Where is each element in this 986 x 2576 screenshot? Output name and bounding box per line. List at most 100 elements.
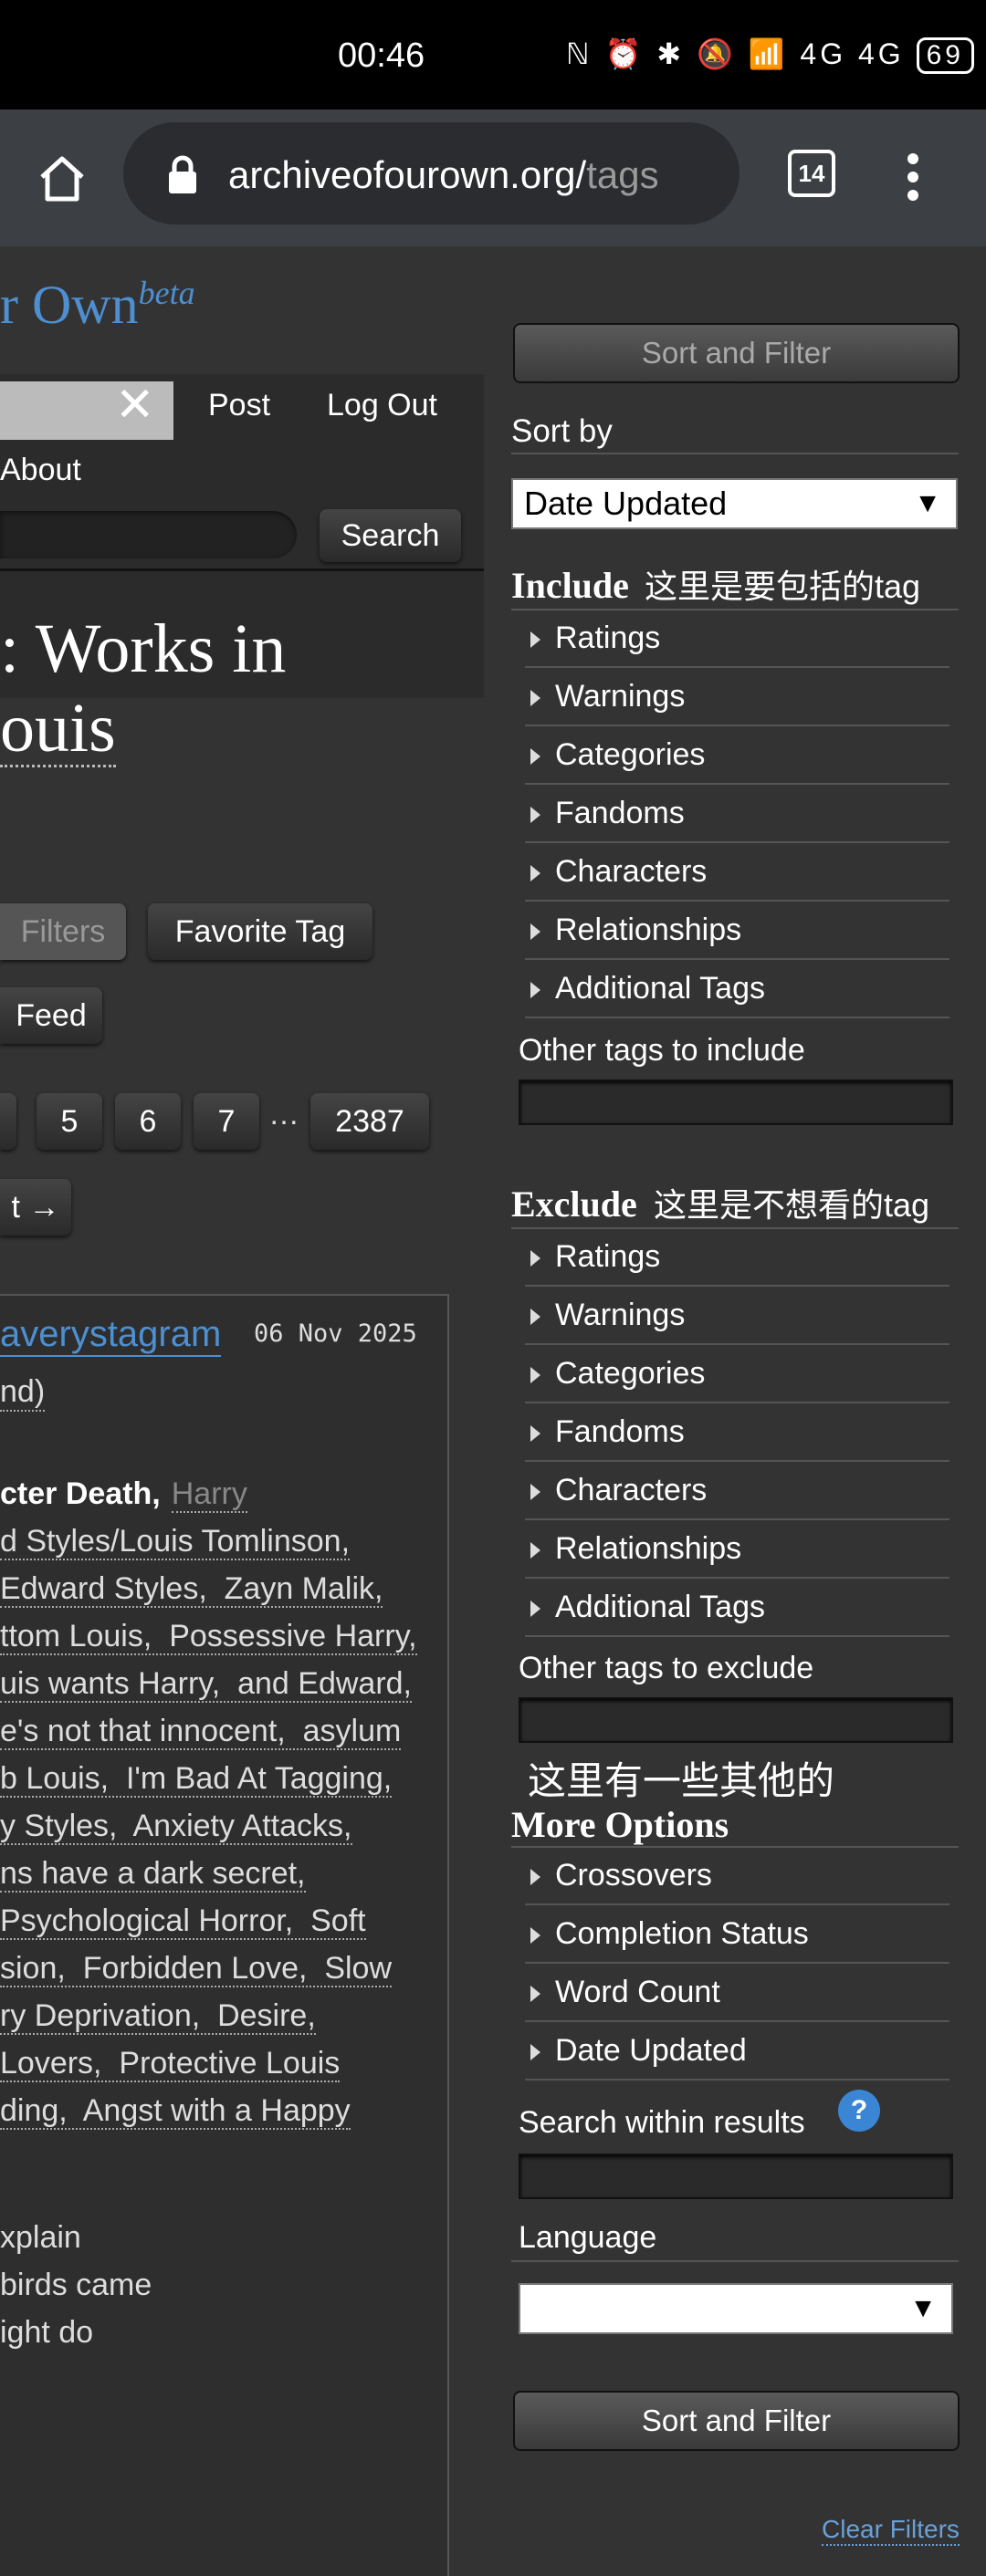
other-include-input[interactable] bbox=[519, 1079, 953, 1125]
tag-text[interactable]: Psychological Horror, Soft bbox=[0, 1903, 366, 1940]
rss-feed-button[interactable]: Feed bbox=[0, 987, 102, 1044]
expand-triangle-icon bbox=[530, 807, 540, 824]
close-icon[interactable]: ✕ bbox=[115, 378, 155, 433]
tag-text[interactable]: d Styles/Louis Tomlinson, bbox=[0, 1524, 351, 1560]
include-filter-ratings[interactable]: Ratings bbox=[525, 610, 949, 668]
clear-filters-link[interactable]: Clear Filters bbox=[822, 2515, 960, 2546]
url-main: archiveofourown.org/ bbox=[228, 153, 587, 196]
work-fandom[interactable]: nd) bbox=[0, 1374, 46, 1412]
work-tag-line[interactable]: Lovers, Protective Louis bbox=[0, 2046, 341, 2082]
page-5[interactable]: 5 bbox=[37, 1093, 102, 1150]
work-tag-line[interactable]: ry Deprivation, Desire, bbox=[0, 1998, 316, 2035]
tag-text[interactable]: b Louis, I'm Bad At Tagging, bbox=[0, 1761, 393, 1798]
tag-text[interactable]: Edward Styles, Zayn Malik, bbox=[0, 1571, 383, 1608]
tag-text[interactable]: e's not that innocent, asylum bbox=[0, 1714, 402, 1750]
heading-text1: Works in bbox=[35, 610, 287, 687]
exclude-filter-characters[interactable]: Characters bbox=[525, 1462, 949, 1520]
include-filter-label: Warnings bbox=[555, 679, 686, 714]
exclude-filter-categories[interactable]: Categories bbox=[525, 1345, 949, 1403]
work-author-link[interactable]: averystagram bbox=[0, 1314, 222, 1357]
tag-text[interactable]: sion, Forbidden Love, Slow bbox=[0, 1951, 393, 1987]
filters-button[interactable]: Filters bbox=[0, 903, 126, 960]
search-button[interactable]: Search bbox=[320, 509, 461, 562]
include-filter-warnings[interactable]: Warnings bbox=[525, 668, 949, 726]
search-within-input[interactable] bbox=[519, 2154, 953, 2199]
work-tag-line[interactable]: d Styles/Louis Tomlinson, bbox=[0, 1524, 351, 1560]
work-tag-line[interactable]: b Louis, I'm Bad At Tagging, bbox=[0, 1761, 393, 1798]
tag-text-grey[interactable]: Harry bbox=[171, 1476, 247, 1513]
work-tag-line[interactable]: cter Death, Harry bbox=[0, 1476, 247, 1513]
more-option-crossovers[interactable]: Crossovers bbox=[525, 1847, 949, 1905]
work-tag-line[interactable]: ding, Angst with a Happy bbox=[0, 2093, 351, 2130]
other-exclude-input[interactable] bbox=[519, 1697, 953, 1743]
page-6[interactable]: 6 bbox=[115, 1093, 181, 1150]
work-tag-line[interactable]: Edward Styles, Zayn Malik, bbox=[0, 1571, 383, 1608]
tag-text[interactable]: ttom Louis, Possessive Harry, bbox=[0, 1619, 417, 1655]
expand-triangle-icon bbox=[530, 1927, 540, 1945]
include-filter-fandoms[interactable]: Fandoms bbox=[525, 785, 949, 843]
expand-triangle-icon bbox=[530, 1309, 540, 1326]
work-tag-line[interactable]: uis wants Harry, and Edward, bbox=[0, 1666, 412, 1703]
search-input[interactable] bbox=[0, 511, 297, 558]
tab-switcher-button[interactable]: 14 bbox=[788, 150, 835, 197]
page-heading-tag[interactable]: ouis bbox=[0, 692, 116, 767]
page-button-partial[interactable] bbox=[0, 1093, 16, 1150]
work-date: 06 Nov 2025 bbox=[254, 1319, 417, 1348]
exclude-filter-label: Ratings bbox=[555, 1239, 661, 1274]
sort-by-select[interactable]: Date Updated ▼ bbox=[511, 478, 958, 529]
tag-text[interactable]: ding, Angst with a Happy bbox=[0, 2093, 351, 2130]
browser-toolbar: archiveofourown.org/tags 14 bbox=[0, 110, 986, 246]
sort-filter-button-top[interactable]: Sort and Filter bbox=[513, 323, 960, 383]
favorite-tag-button[interactable]: Favorite Tag bbox=[148, 903, 372, 960]
tag-text[interactable]: ns have a dark secret, bbox=[0, 1856, 306, 1893]
page-7[interactable]: 7 bbox=[194, 1093, 259, 1150]
nav-about[interactable]: About bbox=[0, 453, 81, 488]
include-filter-categories[interactable]: Categories bbox=[525, 726, 949, 785]
include-filter-additional-tags[interactable]: Additional Tags bbox=[525, 960, 949, 1018]
next-page-button[interactable]: t → bbox=[0, 1179, 71, 1236]
work-tag-line[interactable]: ttom Louis, Possessive Harry, bbox=[0, 1619, 417, 1655]
more-option-completion-status[interactable]: Completion Status bbox=[525, 1905, 949, 1964]
exclude-filter-ratings[interactable]: Ratings bbox=[525, 1228, 949, 1287]
language-select[interactable]: ▼ bbox=[519, 2283, 953, 2334]
tag-text[interactable]: ry Deprivation, Desire, bbox=[0, 1998, 316, 2035]
page-last[interactable]: 2387 bbox=[310, 1093, 429, 1150]
exclude-filter-fandoms[interactable]: Fandoms bbox=[525, 1403, 949, 1462]
nav-post[interactable]: Post bbox=[208, 388, 270, 423]
warning-tag[interactable]: cter Death, bbox=[0, 1476, 161, 1511]
nav-logout[interactable]: Log Out bbox=[327, 388, 437, 423]
include-filter-label: Fandoms bbox=[555, 796, 685, 830]
tag-text[interactable]: y Styles, Anxiety Attacks, bbox=[0, 1809, 352, 1845]
sort-filter-button-bottom[interactable]: Sort and Filter bbox=[513, 2391, 960, 2451]
page-gap: … bbox=[268, 1097, 299, 1132]
more-option-date-updated[interactable]: Date Updated bbox=[525, 2022, 949, 2081]
divider bbox=[511, 2260, 959, 2262]
overflow-menu-icon[interactable] bbox=[904, 151, 922, 203]
expand-triangle-icon bbox=[530, 1484, 540, 1501]
exclude-filter-relationships[interactable]: Relationships bbox=[525, 1520, 949, 1579]
work-tag-line[interactable]: Psychological Horror, Soft bbox=[0, 1903, 366, 1940]
work-tag-line[interactable]: e's not that innocent, asylum bbox=[0, 1714, 402, 1750]
include-filter-relationships[interactable]: Relationships bbox=[525, 902, 949, 960]
exclude-filter-warnings[interactable]: Warnings bbox=[525, 1287, 949, 1345]
more-option-label: Completion Status bbox=[555, 1916, 809, 1951]
battery-icon: 69 bbox=[916, 37, 974, 74]
work-tag-line[interactable]: sion, Forbidden Love, Slow bbox=[0, 1951, 393, 1987]
work-tag-line[interactable]: ns have a dark secret, bbox=[0, 1856, 306, 1893]
tag-text[interactable]: Lovers, Protective Louis bbox=[0, 2046, 341, 2082]
site-logo[interactable]: r Ownbeta bbox=[0, 274, 195, 337]
home-icon[interactable] bbox=[37, 153, 88, 203]
work-tag-line[interactable]: y Styles, Anxiety Attacks, bbox=[0, 1809, 352, 1845]
more-option-word-count[interactable]: Word Count bbox=[525, 1964, 949, 2022]
exclude-filter-additional-tags[interactable]: Additional Tags bbox=[525, 1579, 949, 1637]
include-filter-characters[interactable]: Characters bbox=[525, 843, 949, 902]
exclude-title: Exclude bbox=[511, 1184, 637, 1225]
url-text[interactable]: archiveofourown.org/tags bbox=[228, 153, 717, 197]
include-filter-label: Characters bbox=[555, 854, 708, 889]
help-icon[interactable]: ? bbox=[838, 2090, 880, 2132]
tag-text[interactable]: uis wants Harry, and Edward, bbox=[0, 1666, 412, 1703]
lock-icon[interactable] bbox=[166, 155, 199, 195]
expand-triangle-icon bbox=[530, 631, 540, 649]
expand-triangle-icon bbox=[530, 690, 540, 707]
include-filter-label: Categories bbox=[555, 737, 706, 772]
